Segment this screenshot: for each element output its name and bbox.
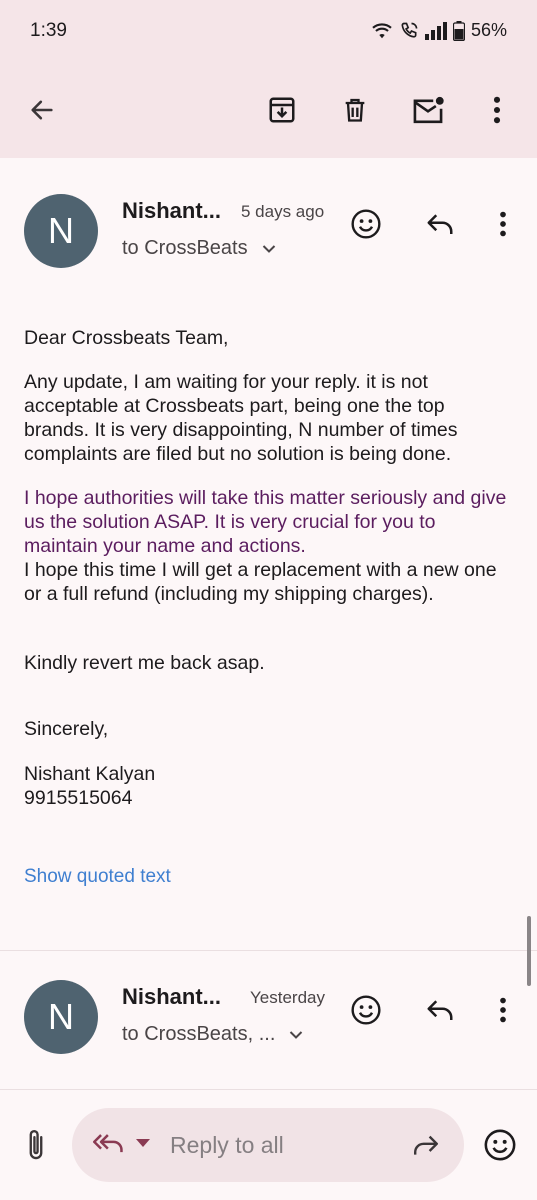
message-time: 5 days ago bbox=[241, 202, 325, 221]
reply-mode-selector[interactable] bbox=[92, 1130, 150, 1156]
forward-icon bbox=[414, 1135, 438, 1155]
top-app-bar bbox=[0, 66, 537, 158]
reply-all-icon bbox=[93, 1134, 123, 1153]
battery-icon bbox=[452, 20, 465, 41]
avatar[interactable]: N bbox=[24, 194, 98, 268]
chevron-down-icon bbox=[290, 1030, 303, 1039]
dropdown-triangle-icon bbox=[136, 1139, 150, 1147]
reply-button[interactable] bbox=[420, 990, 460, 1030]
message-header[interactable]: N Nishant... Yesterday to CrossBeats, ..… bbox=[0, 966, 537, 1066]
message-more-button[interactable] bbox=[483, 204, 523, 244]
email-paragraph: Any update, I am waiting for your reply.… bbox=[24, 371, 458, 465]
message-time: Yesterday bbox=[250, 988, 325, 1007]
reply-all-field[interactable]: Reply to all bbox=[72, 1108, 464, 1182]
email-greeting: Dear Crossbeats Team, bbox=[24, 327, 229, 349]
message-header[interactable]: N Nishant... 5 days ago to CrossBeats bbox=[0, 180, 537, 280]
status-time: 1:39 bbox=[30, 20, 67, 41]
more-vert-icon bbox=[493, 96, 501, 124]
more-vert-icon bbox=[500, 997, 506, 1023]
add-reaction-icon bbox=[484, 1129, 516, 1161]
archive-icon bbox=[269, 97, 295, 123]
status-icons: 56% bbox=[371, 20, 507, 41]
avatar[interactable]: N bbox=[24, 980, 98, 1054]
more-options-button[interactable] bbox=[473, 86, 521, 134]
email-paragraph: Kindly revert me back asap. bbox=[24, 652, 265, 674]
reply-icon bbox=[427, 1000, 453, 1020]
battery-percent: 56% bbox=[470, 20, 507, 40]
signature-phone: 9915515064 bbox=[24, 787, 133, 809]
wifi-icon bbox=[372, 22, 392, 38]
add-reaction-icon bbox=[351, 995, 381, 1025]
attach-button[interactable] bbox=[16, 1125, 56, 1165]
signal-icon bbox=[424, 21, 447, 40]
email-paragraph: I hope this time I will get a replacemen… bbox=[24, 559, 497, 605]
attachment-icon bbox=[29, 1130, 43, 1160]
show-quoted-text-link[interactable]: Show quoted text bbox=[24, 866, 171, 888]
reply-bar: Reply to all bbox=[0, 1090, 537, 1200]
recipients-toggle[interactable]: to CrossBeats, ... bbox=[122, 1023, 303, 1046]
status-bar: 1:39 56% bbox=[0, 0, 537, 66]
wifi-calling-icon bbox=[401, 22, 418, 38]
reply-button[interactable] bbox=[420, 204, 460, 244]
sender-name: Nishant... bbox=[122, 198, 222, 223]
arrow-back-icon bbox=[31, 100, 53, 120]
add-reaction-icon bbox=[351, 209, 381, 239]
signature-name: Nishant Kalyan bbox=[24, 763, 156, 785]
more-vert-icon bbox=[500, 211, 506, 237]
sender-name: Nishant... bbox=[122, 984, 222, 1009]
delete-button[interactable] bbox=[331, 86, 379, 134]
chevron-down-icon bbox=[262, 244, 275, 253]
mark-unread-icon bbox=[413, 96, 444, 124]
forward-button[interactable] bbox=[406, 1125, 446, 1165]
emoji-react-button[interactable] bbox=[346, 990, 386, 1030]
scrollbar[interactable] bbox=[527, 916, 531, 986]
recipients-toggle[interactable]: to CrossBeats bbox=[122, 237, 276, 260]
mark-unread-button[interactable] bbox=[404, 86, 452, 134]
recipients-text: to CrossBeats, ... bbox=[122, 1023, 276, 1045]
emoji-button[interactable] bbox=[480, 1125, 520, 1165]
archive-button[interactable] bbox=[258, 86, 306, 134]
emoji-react-button[interactable] bbox=[346, 204, 386, 244]
message-more-button[interactable] bbox=[483, 990, 523, 1030]
back-button[interactable] bbox=[18, 86, 66, 134]
recipients-text: to CrossBeats bbox=[122, 237, 248, 259]
email-paragraph-highlight: I hope authorities will take this matter… bbox=[24, 487, 507, 557]
reply-placeholder: Reply to all bbox=[170, 1132, 284, 1158]
trash-icon bbox=[345, 98, 365, 122]
email-closing: Sincerely, bbox=[24, 718, 109, 740]
message-divider bbox=[0, 950, 537, 951]
reply-icon bbox=[427, 214, 453, 234]
